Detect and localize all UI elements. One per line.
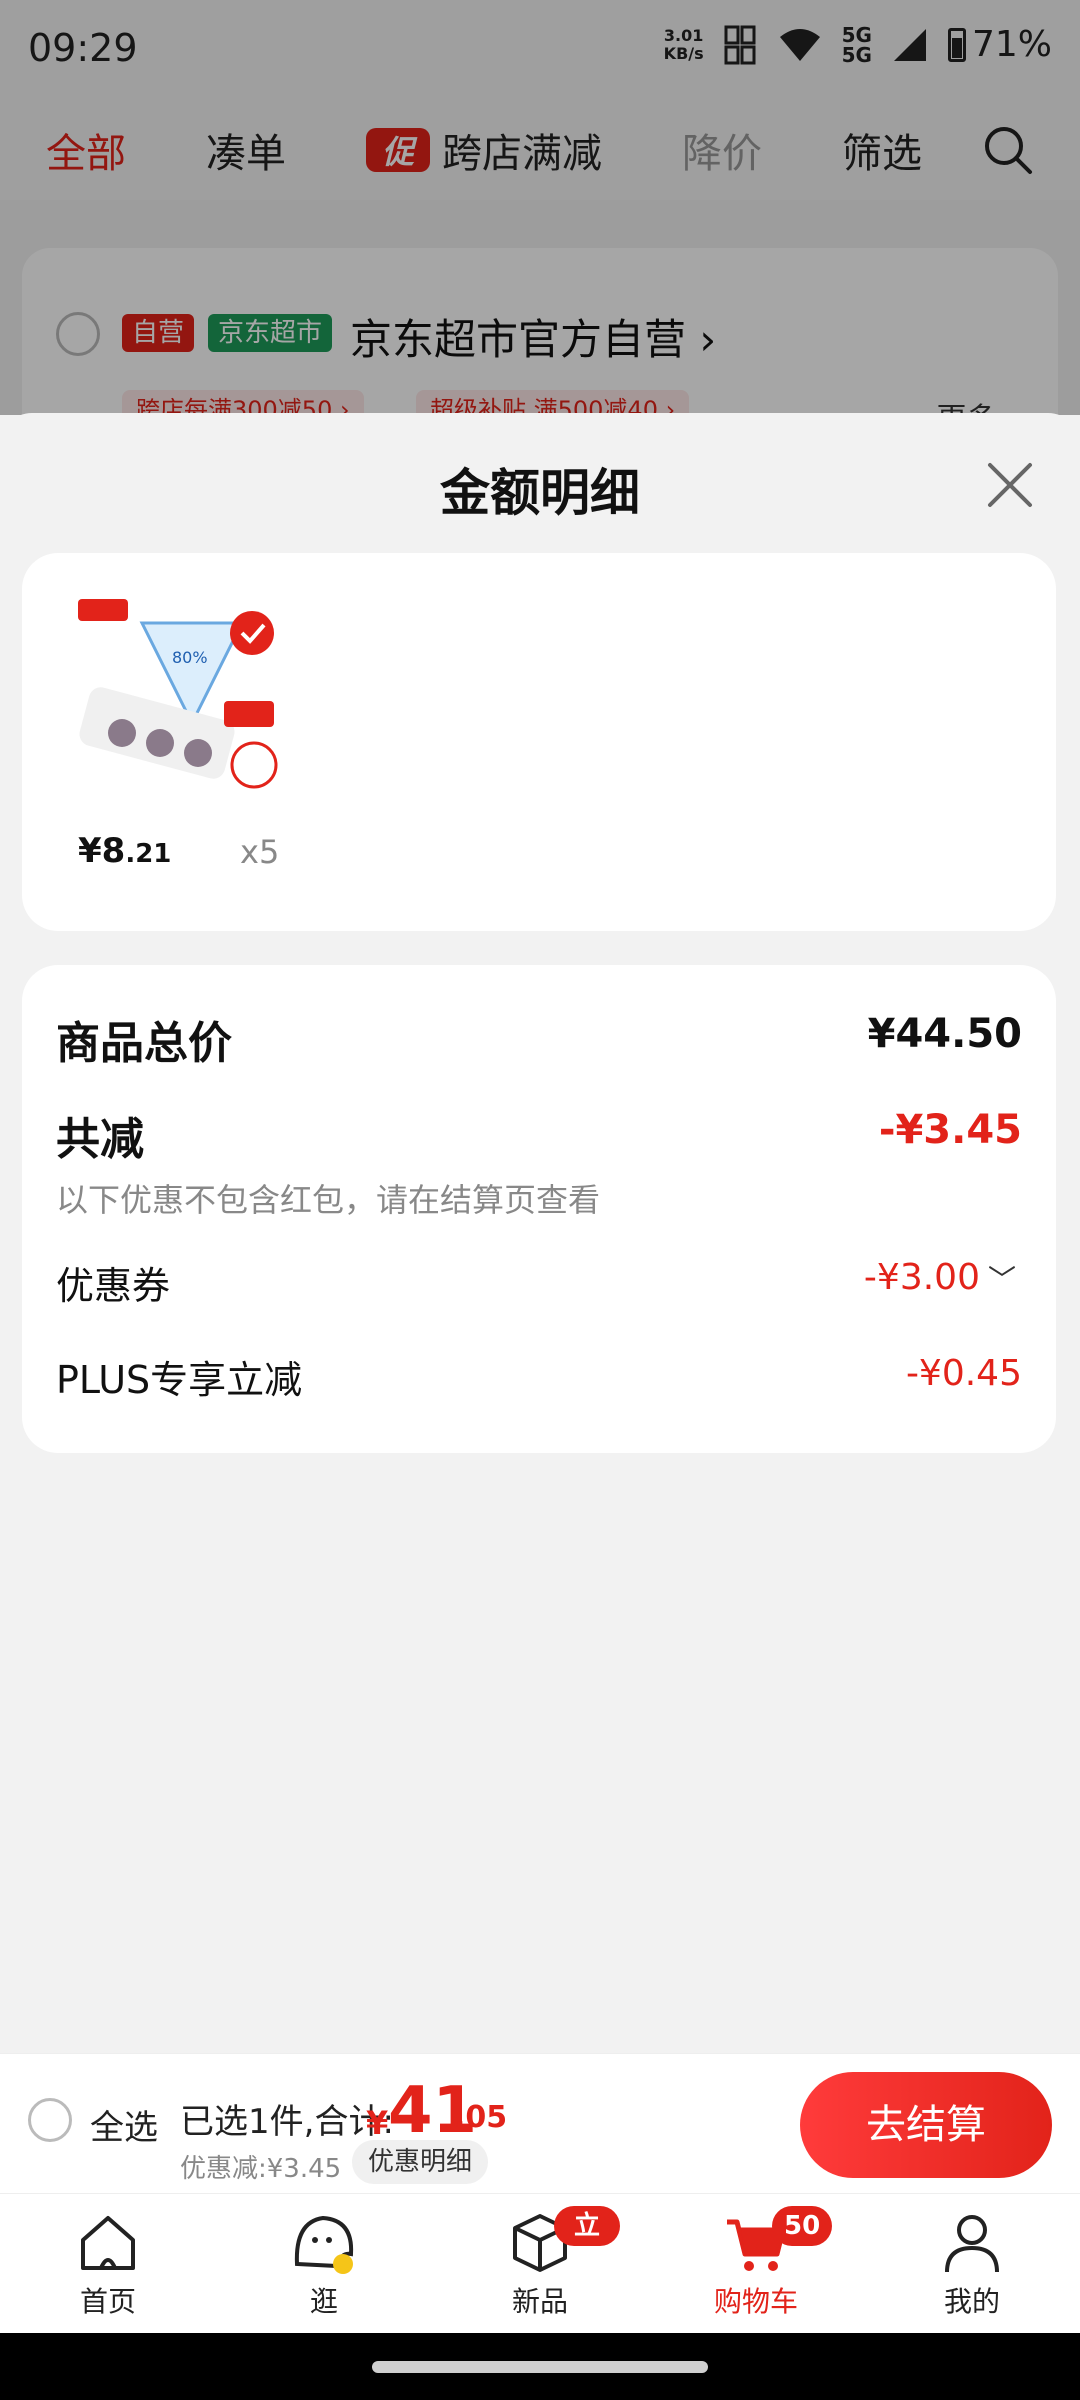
- nav-me-label: 我的: [943, 2285, 1000, 2318]
- plus-discount-value: -¥0.45: [905, 1353, 1022, 1394]
- nav-cart[interactable]: 购物车 50: [676, 2206, 836, 2320]
- bottom-nav: 首页 逛 新品 立冬 购物车 50 我的: [0, 2193, 1080, 2333]
- home-icon: [81, 2216, 135, 2270]
- close-icon[interactable]: [986, 461, 1034, 509]
- discount-detail-button[interactable]: 优惠明细: [352, 2140, 489, 2184]
- checkout-bar: 全选 已选1件,合计: ¥ 41 .05 优惠减:¥3.45 优惠明细 去结算: [0, 2053, 1080, 2193]
- coupon-row[interactable]: -¥3.00 ﹀: [864, 1257, 1016, 1298]
- nav-new-label: 新品: [511, 2285, 568, 2318]
- gesture-bar: [0, 2333, 1080, 2400]
- nav-home[interactable]: 首页: [28, 2208, 188, 2320]
- total-price-value: ¥44.50: [867, 1011, 1022, 1057]
- total-currency: ¥: [366, 2104, 389, 2142]
- nav-home-label: 首页: [79, 2285, 136, 2318]
- total-price-label: 商品总价: [56, 1018, 232, 1069]
- nav-cart-label: 购物车: [713, 2285, 798, 2318]
- amount-detail-sheet: 金额明细 80% ¥8.21 x5 商品总价 ¥44.50 共减 -¥3.45 …: [0, 413, 1080, 2053]
- modal-overlay[interactable]: [0, 0, 1080, 415]
- product-price: ¥8.21: [78, 831, 171, 871]
- summary-card: 商品总价 ¥44.50 共减 -¥3.45 以下优惠不包含红包，请在结算页查看 …: [22, 965, 1056, 1453]
- coupon-label: 优惠券: [56, 1264, 171, 1308]
- select-all-label[interactable]: 全选: [90, 2100, 158, 2149]
- plus-discount-label: PLUS专享立减: [56, 1358, 303, 1402]
- checkout-button[interactable]: 去结算: [800, 2072, 1052, 2178]
- cart-count-badge: 50: [772, 2206, 833, 2246]
- user-icon: [945, 2215, 999, 2273]
- sheet-title: 金额明细: [440, 464, 640, 522]
- discount-summary: 优惠减:¥3.45: [180, 2154, 342, 2184]
- total-reduce-value: -¥3.45: [878, 1107, 1022, 1153]
- nav-new[interactable]: 新品 立冬: [460, 2206, 620, 2320]
- product-quantity: x5: [240, 833, 280, 871]
- reduce-note: 以下优惠不包含红包，请在结算页查看: [56, 1181, 601, 1219]
- total-reduce-label: 共减: [56, 1114, 144, 1165]
- svg-text:80%: 80%: [172, 648, 208, 667]
- selected-summary: 已选1件,合计:: [180, 2102, 394, 2142]
- price-integer: ¥8: [78, 831, 126, 871]
- chevron-down-icon: ﹀: [987, 1263, 1016, 1296]
- price-decimal: .21: [125, 839, 172, 869]
- nav-me[interactable]: 我的: [892, 2208, 1052, 2320]
- new-badge: 立冬: [554, 2206, 620, 2281]
- home-indicator[interactable]: [372, 2361, 708, 2373]
- nav-browse[interactable]: 逛: [244, 2208, 404, 2320]
- browse-icon: [294, 2215, 354, 2274]
- nav-browse-label: 逛: [309, 2285, 338, 2318]
- coupon-value: -¥3.00: [863, 1257, 980, 1298]
- product-card: 80% ¥8.21 x5: [22, 553, 1056, 931]
- select-all-checkbox[interactable]: [28, 2098, 72, 2142]
- total-decimal: .05: [454, 2100, 508, 2135]
- product-image[interactable]: 80%: [72, 593, 292, 793]
